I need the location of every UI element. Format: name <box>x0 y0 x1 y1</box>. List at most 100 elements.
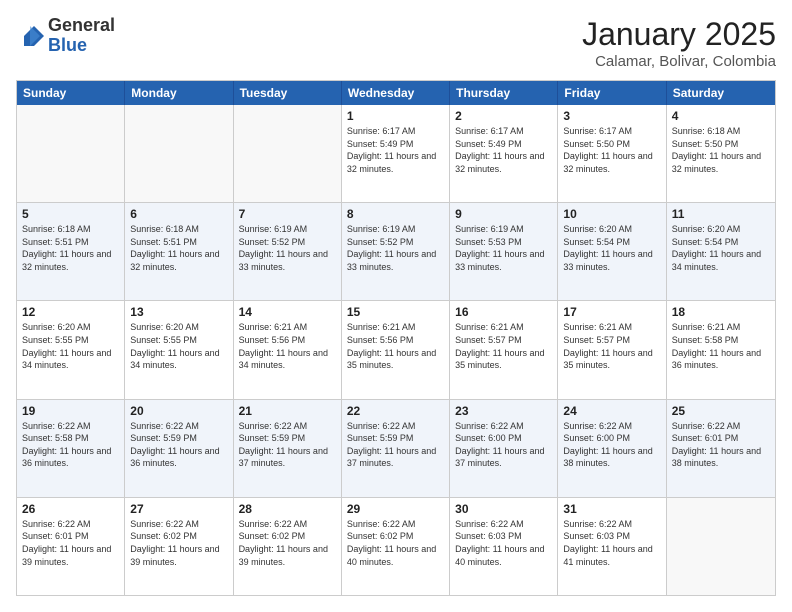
calendar-header: SundayMondayTuesdayWednesdayThursdayFrid… <box>17 81 775 105</box>
day-number: 11 <box>672 207 770 221</box>
day-cell-20: 20Sunrise: 6:22 AM Sunset: 5:59 PM Dayli… <box>125 400 233 497</box>
day-number: 4 <box>672 109 770 123</box>
day-cell-17: 17 Sunrise: 6:21 AM Sunset: 5:57 PM Dayli… <box>558 301 666 398</box>
day-number: 10 <box>563 207 660 221</box>
weekday-header-tuesday: Tuesday <box>234 81 342 105</box>
day-cell-9: 9 Sunrise: 6:19 AM Sunset: 5:53 PM Daylig… <box>450 203 558 300</box>
day-info: Sunrise: 6:22 AM Sunset: 5:59 PM Dayligh… <box>347 420 444 470</box>
day-info: Sunrise: 6:19 AM Sunset: 5:52 PM Dayligh… <box>347 223 444 273</box>
month-title: January 2025 <box>582 16 776 53</box>
day-info: Sunrise: 6:22 AM Sunset: 5:58 PM Dayligh… <box>22 420 119 470</box>
day-info: Sunrise: 6:18 AM Sunset: 5:51 PM Dayligh… <box>130 223 227 273</box>
empty-cell <box>234 105 342 202</box>
calendar: SundayMondayTuesdayWednesdayThursdayFrid… <box>16 80 776 596</box>
day-number: 2 <box>455 109 552 123</box>
day-info: Sunrise: 6:21 AM Sunset: 5:58 PM Dayligh… <box>672 321 770 371</box>
day-info: Sunrise: 6:21 AM Sunset: 5:56 PM Dayligh… <box>239 321 336 371</box>
day-number: 15 <box>347 305 444 319</box>
day-cell-28: 28 Sunrise: 6:22 AM Sunset: 6:02 PM Dayli… <box>234 498 342 595</box>
day-cell-2: 2Sunrise: 6:17 AM Sunset: 5:49 PM Daylig… <box>450 105 558 202</box>
day-cell-3: 3 Sunrise: 6:17 AM Sunset: 5:50 PM Daylig… <box>558 105 666 202</box>
day-cell-13: 13Sunrise: 6:20 AM Sunset: 5:55 PM Dayli… <box>125 301 233 398</box>
logo-general-text: General <box>48 16 115 36</box>
empty-cell <box>17 105 125 202</box>
day-number: 25 <box>672 404 770 418</box>
day-cell-1: 1Sunrise: 6:17 AM Sunset: 5:49 PM Daylig… <box>342 105 450 202</box>
day-number: 28 <box>239 502 336 516</box>
day-cell-11: 11 Sunrise: 6:20 AM Sunset: 5:54 PM Dayli… <box>667 203 775 300</box>
day-number: 3 <box>563 109 660 123</box>
day-number: 22 <box>347 404 444 418</box>
day-cell-23: 23Sunrise: 6:22 AM Sunset: 6:00 PM Dayli… <box>450 400 558 497</box>
day-cell-7: 7Sunrise: 6:19 AM Sunset: 5:52 PM Daylig… <box>234 203 342 300</box>
day-cell-8: 8Sunrise: 6:19 AM Sunset: 5:52 PM Daylig… <box>342 203 450 300</box>
day-info: Sunrise: 6:22 AM Sunset: 6:00 PM Dayligh… <box>563 420 660 470</box>
calendar-body: 1Sunrise: 6:17 AM Sunset: 5:49 PM Daylig… <box>17 105 775 595</box>
day-info: Sunrise: 6:22 AM Sunset: 5:59 PM Dayligh… <box>239 420 336 470</box>
location: Calamar, Bolivar, Colombia <box>582 53 776 70</box>
day-number: 5 <box>22 207 119 221</box>
weekday-header-thursday: Thursday <box>450 81 558 105</box>
day-info: Sunrise: 6:21 AM Sunset: 5:57 PM Dayligh… <box>563 321 660 371</box>
day-info: Sunrise: 6:22 AM Sunset: 6:01 PM Dayligh… <box>22 518 119 568</box>
day-number: 24 <box>563 404 660 418</box>
day-cell-15: 15 Sunrise: 6:21 AM Sunset: 5:56 PM Dayli… <box>342 301 450 398</box>
day-cell-12: 12 Sunrise: 6:20 AM Sunset: 5:55 PM Dayli… <box>17 301 125 398</box>
day-cell-16: 16Sunrise: 6:21 AM Sunset: 5:57 PM Dayli… <box>450 301 558 398</box>
day-info: Sunrise: 6:20 AM Sunset: 5:54 PM Dayligh… <box>563 223 660 273</box>
day-info: Sunrise: 6:17 AM Sunset: 5:49 PM Dayligh… <box>347 125 444 175</box>
empty-cell <box>125 105 233 202</box>
header: General Blue January 2025 Calamar, Boliv… <box>16 16 776 70</box>
day-number: 14 <box>239 305 336 319</box>
day-cell-25: 25 Sunrise: 6:22 AM Sunset: 6:01 PM Dayli… <box>667 400 775 497</box>
day-cell-30: 30Sunrise: 6:22 AM Sunset: 6:03 PM Dayli… <box>450 498 558 595</box>
day-number: 12 <box>22 305 119 319</box>
day-number: 20 <box>130 404 227 418</box>
day-info: Sunrise: 6:22 AM Sunset: 6:00 PM Dayligh… <box>455 420 552 470</box>
weekday-header-sunday: Sunday <box>17 81 125 105</box>
weekday-header-saturday: Saturday <box>667 81 775 105</box>
day-number: 9 <box>455 207 552 221</box>
weekday-header-friday: Friday <box>558 81 666 105</box>
day-number: 31 <box>563 502 660 516</box>
day-info: Sunrise: 6:21 AM Sunset: 5:57 PM Dayligh… <box>455 321 552 371</box>
calendar-week-3: 12 Sunrise: 6:20 AM Sunset: 5:55 PM Dayli… <box>17 300 775 398</box>
day-cell-18: 18 Sunrise: 6:21 AM Sunset: 5:58 PM Dayli… <box>667 301 775 398</box>
day-cell-22: 22 Sunrise: 6:22 AM Sunset: 5:59 PM Dayli… <box>342 400 450 497</box>
logo-blue-text: Blue <box>48 36 115 56</box>
day-number: 13 <box>130 305 227 319</box>
day-cell-24: 24 Sunrise: 6:22 AM Sunset: 6:00 PM Dayli… <box>558 400 666 497</box>
day-cell-26: 26Sunrise: 6:22 AM Sunset: 6:01 PM Dayli… <box>17 498 125 595</box>
title-block: January 2025 Calamar, Bolivar, Colombia <box>582 16 776 70</box>
logo-icon <box>16 22 44 50</box>
calendar-week-1: 1Sunrise: 6:17 AM Sunset: 5:49 PM Daylig… <box>17 105 775 202</box>
day-number: 17 <box>563 305 660 319</box>
page: General Blue January 2025 Calamar, Boliv… <box>0 0 792 612</box>
day-info: Sunrise: 6:21 AM Sunset: 5:56 PM Dayligh… <box>347 321 444 371</box>
day-info: Sunrise: 6:22 AM Sunset: 6:01 PM Dayligh… <box>672 420 770 470</box>
day-info: Sunrise: 6:22 AM Sunset: 6:03 PM Dayligh… <box>563 518 660 568</box>
day-number: 7 <box>239 207 336 221</box>
day-cell-6: 6 Sunrise: 6:18 AM Sunset: 5:51 PM Daylig… <box>125 203 233 300</box>
weekday-header-monday: Monday <box>125 81 233 105</box>
calendar-week-4: 19Sunrise: 6:22 AM Sunset: 5:58 PM Dayli… <box>17 399 775 497</box>
day-cell-27: 27Sunrise: 6:22 AM Sunset: 6:02 PM Dayli… <box>125 498 233 595</box>
day-cell-14: 14 Sunrise: 6:21 AM Sunset: 5:56 PM Dayli… <box>234 301 342 398</box>
calendar-week-5: 26Sunrise: 6:22 AM Sunset: 6:01 PM Dayli… <box>17 497 775 595</box>
day-number: 30 <box>455 502 552 516</box>
day-info: Sunrise: 6:20 AM Sunset: 5:54 PM Dayligh… <box>672 223 770 273</box>
day-info: Sunrise: 6:19 AM Sunset: 5:53 PM Dayligh… <box>455 223 552 273</box>
calendar-week-2: 5 Sunrise: 6:18 AM Sunset: 5:51 PM Daylig… <box>17 202 775 300</box>
logo: General Blue <box>16 16 115 56</box>
day-cell-19: 19Sunrise: 6:22 AM Sunset: 5:58 PM Dayli… <box>17 400 125 497</box>
day-number: 27 <box>130 502 227 516</box>
day-cell-10: 10 Sunrise: 6:20 AM Sunset: 5:54 PM Dayli… <box>558 203 666 300</box>
day-info: Sunrise: 6:18 AM Sunset: 5:51 PM Dayligh… <box>22 223 119 273</box>
day-number: 18 <box>672 305 770 319</box>
day-info: Sunrise: 6:17 AM Sunset: 5:50 PM Dayligh… <box>563 125 660 175</box>
day-info: Sunrise: 6:22 AM Sunset: 6:02 PM Dayligh… <box>239 518 336 568</box>
day-info: Sunrise: 6:20 AM Sunset: 5:55 PM Dayligh… <box>22 321 119 371</box>
empty-cell <box>667 498 775 595</box>
day-number: 21 <box>239 404 336 418</box>
day-number: 6 <box>130 207 227 221</box>
